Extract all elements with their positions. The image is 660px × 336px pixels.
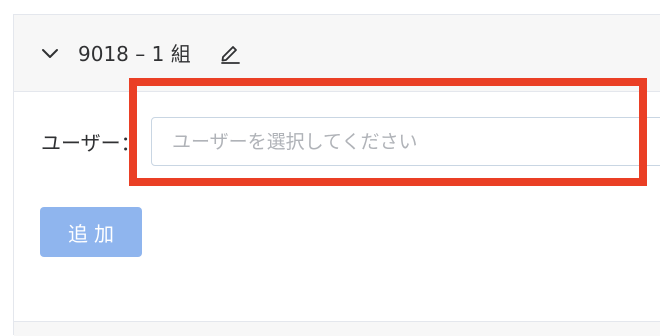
user-select-input[interactable]: [151, 117, 660, 166]
user-field-label: ユーザー：: [41, 131, 141, 155]
group-title: 9018 – 1 組: [78, 42, 191, 66]
pencil-icon[interactable]: [219, 42, 241, 64]
group-panel-header[interactable]: 9018 – 1 組: [14, 15, 660, 92]
add-button[interactable]: 追加: [40, 207, 142, 257]
group-panel: 9018 – 1 組 ユーザー： 追加: [13, 14, 660, 336]
chevron-down-icon[interactable]: [41, 45, 59, 63]
next-panel-edge: [14, 321, 660, 336]
